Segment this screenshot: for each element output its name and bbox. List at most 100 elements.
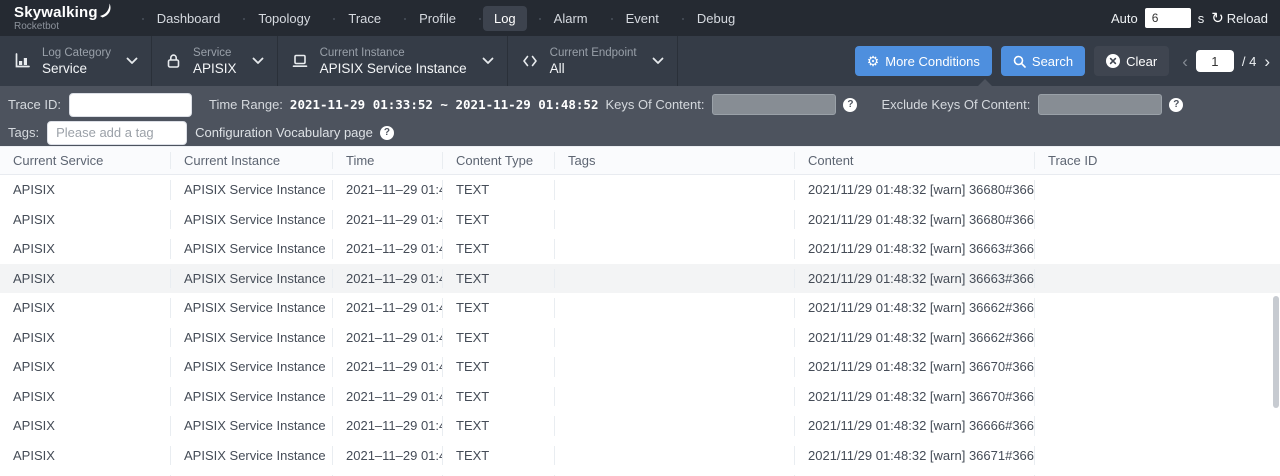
filter-value: Service	[42, 61, 111, 76]
conditions-row-1: Trace ID: Time Range: 2021-11-29 01:33:5…	[8, 92, 1272, 117]
filter-actions: ⚙ More Conditions Search	[855, 36, 1280, 86]
table-row[interactable]: APISIXAPISIX Service Instance2021–11–29 …	[0, 411, 1280, 441]
table-row[interactable]: APISIXAPISIX Service Instance2021–11–29 …	[0, 441, 1280, 471]
vocabulary-link[interactable]: Configuration Vocabulary page	[195, 125, 373, 140]
cell-service: APISIX	[0, 175, 171, 205]
column-header-time[interactable]: Time	[333, 147, 443, 174]
conditions-panel-caret	[978, 79, 992, 86]
cell-content: 2021/11/29 01:48:32 [warn] 36680#36680: …	[795, 175, 1035, 205]
cell-service: APISIX	[0, 352, 171, 382]
code-icon	[521, 53, 539, 69]
table-row[interactable]: APISIXAPISIX Service Instance2021–11–29 …	[0, 205, 1280, 235]
cell-instance: APISIX Service Instance	[171, 382, 333, 412]
logo[interactable]: Skywalking Rocketbot	[14, 5, 112, 32]
help-icon[interactable]: ?	[1169, 98, 1183, 112]
filter-label: Current Endpoint	[550, 47, 637, 59]
current-endpoint-select[interactable]: Current Endpoint All	[508, 36, 678, 86]
cell-tags	[555, 175, 795, 205]
filter-label: Log Category	[42, 47, 111, 59]
nav-item-topology[interactable]: Topology	[247, 6, 321, 31]
more-conditions-label: More Conditions	[885, 54, 980, 69]
search-icon	[1013, 55, 1026, 68]
search-button[interactable]: Search	[1001, 46, 1085, 76]
cell-service: APISIX	[0, 411, 171, 441]
nav-item-log[interactable]: Log	[483, 6, 527, 31]
table-row[interactable]	[0, 470, 1280, 476]
conditions-row-2: Tags: Configuration Vocabulary page ?	[8, 120, 1272, 145]
cell-instance	[171, 470, 333, 476]
nav-item-alarm[interactable]: Alarm	[543, 6, 599, 31]
clear-icon	[1106, 54, 1120, 68]
cell-service: APISIX	[0, 264, 171, 294]
trace-id-input[interactable]	[69, 93, 192, 117]
cell-tags	[555, 323, 795, 353]
cell-time: 2021–11–29 01:48:52	[333, 175, 443, 205]
column-header-content[interactable]: Content	[795, 147, 1035, 174]
nav-item-trace[interactable]: Trace	[337, 6, 392, 31]
cell-content-type: TEXT	[443, 352, 555, 382]
cell-tags	[555, 411, 795, 441]
chevron-down-icon	[652, 57, 664, 65]
more-conditions-panel: Trace ID: Time Range: 2021-11-29 01:33:5…	[0, 86, 1280, 146]
cell-service: APISIX	[0, 441, 171, 471]
help-icon[interactable]: ?	[843, 98, 857, 112]
cell-instance: APISIX Service Instance	[171, 234, 333, 264]
nav-item-event[interactable]: Event	[615, 6, 670, 31]
auto-unit-label: s	[1198, 11, 1205, 26]
reload-icon[interactable]: ↻	[1211, 11, 1224, 26]
time-range-value[interactable]: 2021-11-29 01:33:52 ~ 2021-11-29 01:48:5…	[290, 97, 599, 112]
cell-content: 2021/11/29 01:48:32 [warn] 36663#36663: …	[795, 234, 1035, 264]
table-row[interactable]: APISIXAPISIX Service Instance2021–11–29 …	[0, 382, 1280, 412]
column-header-tags[interactable]: Tags	[555, 147, 795, 174]
table-row[interactable]: APISIXAPISIX Service Instance2021–11–29 …	[0, 264, 1280, 294]
cell-content-type: TEXT	[443, 382, 555, 412]
cell-service: APISIX	[0, 205, 171, 235]
cell-content	[795, 470, 1035, 476]
service-select[interactable]: Service APISIX	[152, 36, 278, 86]
cell-instance: APISIX Service Instance	[171, 175, 333, 205]
clear-label: Clear	[1126, 54, 1157, 69]
table-row[interactable]: APISIXAPISIX Service Instance2021–11–29 …	[0, 175, 1280, 205]
cell-time: 2021–11–29 01:48:52	[333, 234, 443, 264]
clear-button[interactable]: Clear	[1094, 46, 1169, 76]
current-instance-select[interactable]: Current Instance APISIX Service Instance	[278, 36, 508, 86]
cell-trace-id	[1035, 352, 1280, 382]
column-header-content-type[interactable]: Content Type	[443, 147, 555, 174]
help-icon[interactable]: ?	[380, 126, 394, 140]
prev-page-icon[interactable]: ‹	[1182, 53, 1188, 70]
next-page-icon[interactable]: ›	[1264, 53, 1270, 70]
table-row[interactable]: APISIXAPISIX Service Instance2021–11–29 …	[0, 323, 1280, 353]
top-nav: Dashboard Topology Trace Profile Log Alarm Eve…	[138, 0, 754, 36]
trace-id-label: Trace ID:	[8, 97, 61, 112]
cell-content: 2021/11/29 01:48:32 [warn] 36671#36671: …	[795, 441, 1035, 471]
log-table: Current Service Current Instance Time Co…	[0, 146, 1280, 476]
auto-interval-input[interactable]	[1145, 8, 1191, 28]
exclude-keys-input[interactable]	[1038, 94, 1162, 115]
cell-content: 2021/11/29 01:48:32 [warn] 36662#36662: …	[795, 323, 1035, 353]
cell-instance: APISIX Service Instance	[171, 205, 333, 235]
cell-service: APISIX	[0, 293, 171, 323]
table-row[interactable]: APISIXAPISIX Service Instance2021–11–29 …	[0, 352, 1280, 382]
column-header-trace-id[interactable]: Trace ID	[1035, 147, 1280, 174]
scrollbar-thumb[interactable]	[1273, 296, 1279, 408]
page-input[interactable]	[1196, 50, 1234, 72]
more-conditions-button[interactable]: ⚙ More Conditions	[855, 46, 992, 76]
table-row[interactable]: APISIXAPISIX Service Instance2021–11–29 …	[0, 293, 1280, 323]
column-header-current-instance[interactable]: Current Instance	[171, 147, 333, 174]
tags-input[interactable]	[47, 121, 187, 145]
reload-button[interactable]: Reload	[1227, 11, 1268, 26]
filter-bar: Log Category Service Service APISIX	[0, 36, 1280, 86]
keys-of-content-input[interactable]	[712, 94, 836, 115]
nav-item-debug[interactable]: Debug	[686, 6, 746, 31]
cell-time: 2021–11–29 01:48:52	[333, 293, 443, 323]
nav-item-dashboard[interactable]: Dashboard	[146, 6, 232, 31]
cell-content-type: TEXT	[443, 411, 555, 441]
column-header-current-service[interactable]: Current Service	[0, 147, 171, 174]
chevron-down-icon	[252, 57, 264, 65]
cell-time: 2021–11–29 01:48:52	[333, 264, 443, 294]
table-row[interactable]: APISIXAPISIX Service Instance2021–11–29 …	[0, 234, 1280, 264]
cell-time: 2021–11–29 01:48:52	[333, 411, 443, 441]
log-category-select[interactable]: Log Category Service	[0, 36, 152, 86]
nav-item-profile[interactable]: Profile	[408, 6, 467, 31]
cell-time: 2021–11–29 01:48:52	[333, 441, 443, 471]
